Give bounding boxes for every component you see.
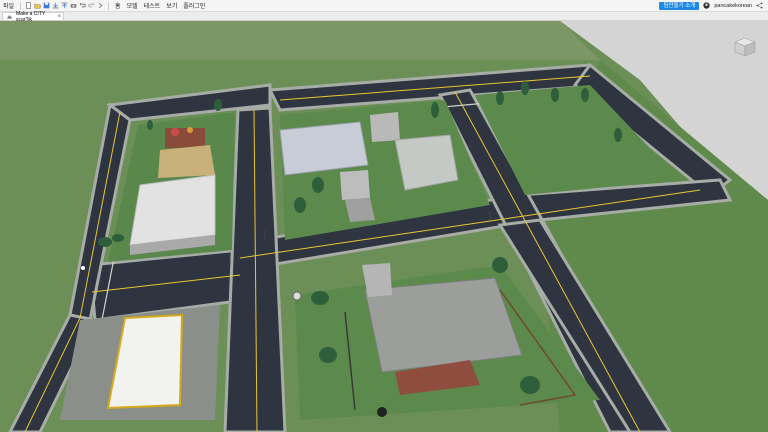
redo-icon[interactable] xyxy=(88,2,95,9)
expand-icon[interactable] xyxy=(97,2,104,9)
view-cube xyxy=(734,37,756,57)
menu-bar: 파일 홈 모델 테스트 보기 플러그인 팀만들기 소개 pancakekorea… xyxy=(0,0,768,12)
place-icon xyxy=(6,13,13,20)
new-file-icon[interactable] xyxy=(25,2,32,9)
menu-model[interactable]: 모델 xyxy=(124,1,141,10)
warehouse-building xyxy=(129,174,216,246)
menu-home[interactable]: 홈 xyxy=(112,1,124,10)
roundabout-prop xyxy=(292,291,302,301)
separator xyxy=(108,1,110,10)
header-right: 팀만들기 소개 pancakekorean xyxy=(659,1,764,10)
tab-bar: Make a CITY scarTik × xyxy=(0,11,768,23)
undo-icon[interactable] xyxy=(79,2,86,9)
well-prop xyxy=(377,407,387,417)
small-house-1 xyxy=(370,112,400,142)
share-icon[interactable] xyxy=(756,2,763,9)
username[interactable]: pancakekorean xyxy=(714,3,752,9)
import-icon[interactable] xyxy=(52,2,59,9)
publish-icon[interactable] xyxy=(61,2,68,9)
save-icon[interactable] xyxy=(43,2,50,9)
menu-view[interactable]: 보기 xyxy=(163,1,180,10)
house-blue xyxy=(279,121,369,176)
menu-file[interactable]: 파일 xyxy=(0,1,17,10)
menu-test[interactable]: 테스트 xyxy=(141,1,164,10)
menu-plugins[interactable]: 플러그인 xyxy=(180,1,208,10)
avatar-icon[interactable] xyxy=(703,2,711,9)
open-file-icon[interactable] xyxy=(34,2,41,9)
close-icon[interactable]: × xyxy=(57,14,61,20)
small-house-2 xyxy=(340,170,370,200)
separator xyxy=(20,1,22,10)
3d-viewport[interactable] xyxy=(0,21,768,432)
house-green xyxy=(394,134,459,191)
car-prop xyxy=(81,266,85,270)
team-create-button[interactable]: 팀만들기 소개 xyxy=(659,1,700,10)
camera-icon[interactable] xyxy=(70,2,77,9)
tab-place[interactable]: Make a CITY scarTik × xyxy=(2,11,64,23)
